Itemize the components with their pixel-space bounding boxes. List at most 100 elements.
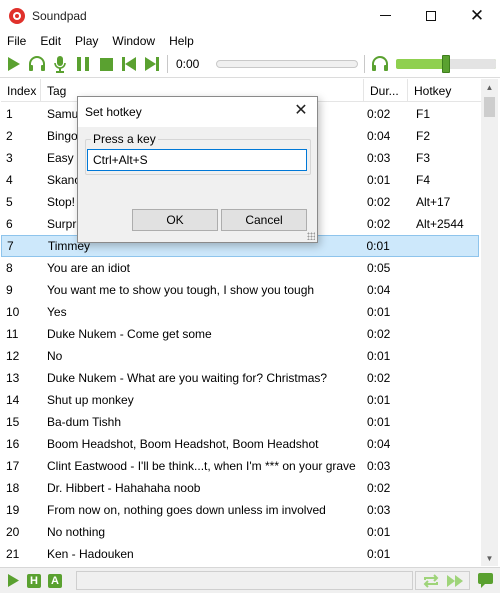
headphones-icon[interactable]	[28, 55, 46, 73]
set-hotkey-dialog: Set hotkey ✕ Press a key OK Cancel	[77, 96, 318, 243]
microphone-icon[interactable]	[51, 55, 69, 73]
headphones-icon[interactable]	[371, 55, 389, 73]
resize-grip[interactable]	[307, 232, 315, 240]
menu-help[interactable]: Help	[162, 31, 201, 51]
cell-index: 5	[6, 195, 13, 209]
close-button[interactable]: ✕	[454, 0, 500, 31]
cell-duration: 0:02	[367, 371, 391, 385]
cell-duration: 0:01	[367, 547, 391, 561]
menu-file[interactable]: File	[0, 31, 33, 51]
window-title: Soundpad	[32, 8, 87, 23]
cell-duration: 0:02	[367, 195, 391, 209]
scroll-up-icon[interactable]: ▲	[481, 79, 498, 95]
dialog-title-bar: Set hotkey ✕	[78, 97, 317, 127]
next-icon[interactable]	[143, 55, 161, 73]
cell-tag: Boom Headshot, Boom Headshot, Boom Heads…	[47, 437, 319, 451]
maximize-button[interactable]	[408, 0, 454, 31]
cell-hotkey: F2	[416, 129, 431, 143]
soundpad-logo-icon	[9, 7, 25, 24]
table-row[interactable]: 13 Duke Nukem - What are you waiting for?…	[1, 367, 479, 389]
stop-icon[interactable]	[97, 55, 115, 73]
cell-tag: Duke Nukem - What are you waiting for? C…	[47, 371, 328, 385]
play-icon[interactable]	[5, 573, 21, 589]
table-row[interactable]: 17 Clint Eastwood - I'll be think...t, wh…	[1, 455, 479, 477]
auto-toggle[interactable]: A	[47, 573, 63, 589]
hotkeys-toggle[interactable]: H	[26, 573, 42, 589]
cell-index: 21	[6, 547, 20, 561]
table-row[interactable]: 11 Duke Nukem - Come get some 0:02	[1, 323, 479, 345]
previous-icon[interactable]	[120, 55, 138, 73]
table-row[interactable]: 9 You want me to show you tough, I show y…	[1, 279, 479, 301]
scroll-thumb[interactable]	[484, 97, 495, 117]
hotkey-input[interactable]	[87, 149, 307, 171]
cell-tag: No nothing	[47, 525, 106, 539]
vertical-scrollbar[interactable]: ▲ ▼	[481, 79, 498, 566]
cell-tag: Dr. Hibbert - Hahahaha noob	[47, 481, 201, 495]
cell-tag: Ken - Hadouken	[47, 547, 134, 561]
cell-duration: 0:04	[367, 437, 391, 451]
column-hotkey[interactable]: Hotkey	[408, 79, 481, 102]
cell-duration: 0:04	[367, 283, 391, 297]
cell-index: 16	[6, 437, 20, 451]
table-row[interactable]: 19 From now on, nothing goes down unless …	[1, 499, 479, 521]
volume-slider[interactable]	[396, 55, 496, 73]
cell-index: 12	[6, 349, 20, 363]
cell-hotkey: F1	[416, 107, 431, 121]
table-row[interactable]: 20 No nothing 0:01	[1, 521, 479, 543]
cell-duration: 0:02	[367, 327, 391, 341]
cell-duration: 0:01	[367, 525, 391, 539]
seek-bar[interactable]	[216, 60, 358, 68]
repeat-icon[interactable]	[422, 574, 440, 591]
column-index[interactable]: Index	[1, 79, 41, 102]
table-row[interactable]: 21 Ken - Hadouken 0:01	[1, 543, 479, 565]
scroll-down-icon[interactable]: ▼	[481, 550, 498, 566]
cell-tag: You are an idiot	[47, 261, 130, 275]
cell-index: 19	[6, 503, 20, 517]
cell-index: 8	[6, 261, 13, 275]
chat-icon[interactable]	[477, 572, 494, 592]
table-row[interactable]: 10 Yes 0:01	[1, 301, 479, 323]
time-display: 0:00	[176, 57, 200, 71]
fast-forward-icon[interactable]	[446, 574, 464, 591]
table-row[interactable]: 8 You are an idiot 0:05	[1, 257, 479, 279]
cell-index: 11	[6, 327, 19, 341]
cell-hotkey: Alt+2544	[416, 217, 464, 231]
table-row[interactable]: 18 Dr. Hibbert - Hahahaha noob 0:02	[1, 477, 479, 499]
cell-tag: No	[47, 349, 63, 363]
cell-duration: 0:02	[367, 107, 391, 121]
pause-icon[interactable]	[74, 55, 92, 73]
table-row[interactable]: 15 Ba-dum Tishh 0:01	[1, 411, 479, 433]
status-bar: H A	[0, 567, 500, 593]
cell-index: 10	[6, 305, 20, 319]
cell-index: 17	[6, 459, 20, 473]
column-duration[interactable]: Dur...	[364, 79, 408, 102]
minimize-button[interactable]	[362, 0, 408, 31]
table-row[interactable]: 12 No 0:01	[1, 345, 479, 367]
cell-duration: 0:05	[367, 261, 391, 275]
cell-tag: Ba-dum Tishh	[47, 415, 122, 429]
cell-duration: 0:03	[367, 503, 391, 517]
menu-play[interactable]: Play	[68, 31, 105, 51]
cell-tag: Yes	[47, 305, 67, 319]
cell-index: 20	[6, 525, 20, 539]
menu-window[interactable]: Window	[105, 31, 162, 51]
cancel-button[interactable]: Cancel	[221, 209, 307, 231]
volume-thumb[interactable]	[442, 55, 450, 73]
toolbar-separator	[364, 55, 365, 73]
toolbar-separator	[167, 55, 168, 73]
cell-hotkey: F3	[416, 151, 431, 165]
play-icon[interactable]	[5, 55, 23, 73]
cell-duration: 0:01	[367, 393, 391, 407]
menu-edit[interactable]: Edit	[33, 31, 68, 51]
toolbar: 0:00	[0, 51, 500, 78]
cell-index: 3	[6, 151, 13, 165]
ok-button[interactable]: OK	[132, 209, 218, 231]
close-icon[interactable]: ✕	[293, 103, 309, 119]
table-row[interactable]: 14 Shut up monkey 0:01	[1, 389, 479, 411]
cell-duration: 0:01	[367, 305, 391, 319]
a-icon: A	[48, 573, 62, 588]
cell-duration: 0:01	[366, 239, 390, 253]
cell-duration: 0:02	[367, 481, 391, 495]
table-row[interactable]: 16 Boom Headshot, Boom Headshot, Boom Hea…	[1, 433, 479, 455]
cell-tag: Duke Nukem - Come get some	[47, 327, 212, 341]
